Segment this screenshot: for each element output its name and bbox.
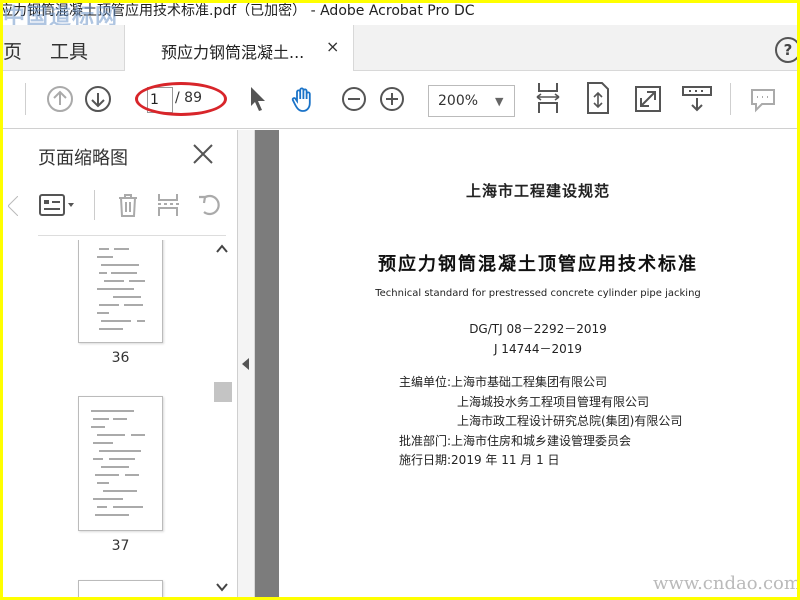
collapse-arrow-icon: [242, 358, 249, 370]
doc-editor-line: 主编单位:上海市基础工程集团有限公司: [399, 375, 608, 389]
fit-page-icon[interactable]: [583, 81, 613, 115]
document-background: [255, 130, 279, 597]
thumbnail-options-icon[interactable]: [38, 192, 78, 218]
doc-editor-line: 上海城投水务工程项目管理有限公司: [457, 395, 650, 409]
zoom-select[interactable]: 200% ▼: [428, 85, 515, 117]
page-thumbnail[interactable]: [78, 396, 163, 531]
tab-close-icon[interactable]: ×: [326, 37, 339, 56]
comment-icon[interactable]: [748, 84, 778, 114]
watermark-bottom: www.cndao.com: [653, 573, 797, 594]
panel-collapse-toggle[interactable]: [238, 130, 255, 597]
tab-document[interactable]: 预应力钢筒混凝土... ×: [124, 25, 354, 71]
thumbnail-toolbar: [38, 190, 228, 220]
document-page: 上海市工程建设规范 预应力钢筒混凝土顶管应用技术标准 Technical sta…: [279, 130, 797, 597]
page-thumbnail[interactable]: [78, 240, 163, 343]
doc-code: DG/TJ 08－2292－2019: [469, 322, 607, 336]
zoom-value: 200%: [438, 93, 479, 109]
tab-home[interactable]: 页: [3, 37, 22, 64]
zoom-in-icon[interactable]: [377, 84, 407, 114]
panel-divider: [38, 235, 226, 236]
zoom-out-icon[interactable]: [339, 84, 369, 114]
thumbnails-panel: 页面缩略图 36 37: [3, 130, 238, 597]
scrollbar-thumb[interactable]: [214, 382, 232, 402]
toolbar: 1 / 89 200% ▼: [3, 71, 797, 129]
tab-document-label: 预应力钢筒混凝土...: [161, 43, 305, 62]
doc-code-j: J 14744－2019: [493, 342, 583, 356]
help-button[interactable]: ?: [775, 37, 797, 63]
doc-editor-line: 上海市政工程设计研究总院(集团)有限公司: [457, 414, 683, 428]
thumbnail-list: 36 37: [38, 240, 208, 597]
rotate-icon[interactable]: [196, 192, 224, 218]
page-thumbnail[interactable]: [78, 580, 163, 597]
doc-series: 上海市工程建设规范: [465, 182, 610, 200]
panel-pointer-icon: [8, 196, 18, 216]
acrobat-window: 应力钢筒混凝土顶管应用技术标准.pdf（已加密） - Adobe Acrobat…: [3, 3, 797, 597]
close-icon[interactable]: [191, 142, 215, 166]
panel-title: 页面缩略图: [38, 148, 128, 169]
tab-tools[interactable]: 工具: [50, 37, 88, 64]
scroll-mode-icon[interactable]: [681, 84, 713, 114]
doc-title-english: Technical standard for prestressed concr…: [375, 288, 701, 299]
thumbnail-content: [91, 410, 145, 516]
trash-icon[interactable]: [115, 192, 141, 218]
select-arrow-icon[interactable]: [243, 84, 273, 114]
next-page-icon[interactable]: [83, 84, 113, 114]
previous-page-icon[interactable]: [45, 84, 75, 114]
full-screen-icon[interactable]: [633, 84, 663, 114]
doc-approval-line: 批准部门:上海市住房和城乡建设管理委员会: [399, 434, 632, 448]
scroll-up-icon[interactable]: [215, 244, 229, 254]
fit-width-icon[interactable]: [533, 81, 563, 115]
thumbnail-page-number: 36: [111, 350, 130, 366]
chevron-down-icon: ▼: [495, 95, 504, 108]
highlight-ellipse: [135, 82, 227, 116]
extract-pages-icon[interactable]: [155, 192, 181, 218]
scroll-down-icon[interactable]: [215, 582, 229, 592]
tab-bar: 页 工具 预应力钢筒混凝土... × ?: [3, 25, 797, 71]
thumbnail-content: [97, 248, 145, 330]
toolbar-divider: [730, 83, 731, 115]
thumbnail-page-number: 37: [111, 538, 130, 554]
toolbar-divider: [25, 83, 26, 115]
doc-effective-date: 施行日期:2019 年 11 月 1 日: [399, 453, 560, 467]
doc-title: 预应力钢筒混凝土顶管应用技术标准: [378, 254, 698, 275]
toolbar-divider: [94, 190, 95, 220]
thumbnail-scrollbar[interactable]: [211, 240, 233, 597]
hand-tool-icon[interactable]: [288, 84, 318, 114]
title-bar: 应力钢筒混凝土顶管应用技术标准.pdf（已加密） - Adobe Acrobat…: [3, 3, 797, 30]
